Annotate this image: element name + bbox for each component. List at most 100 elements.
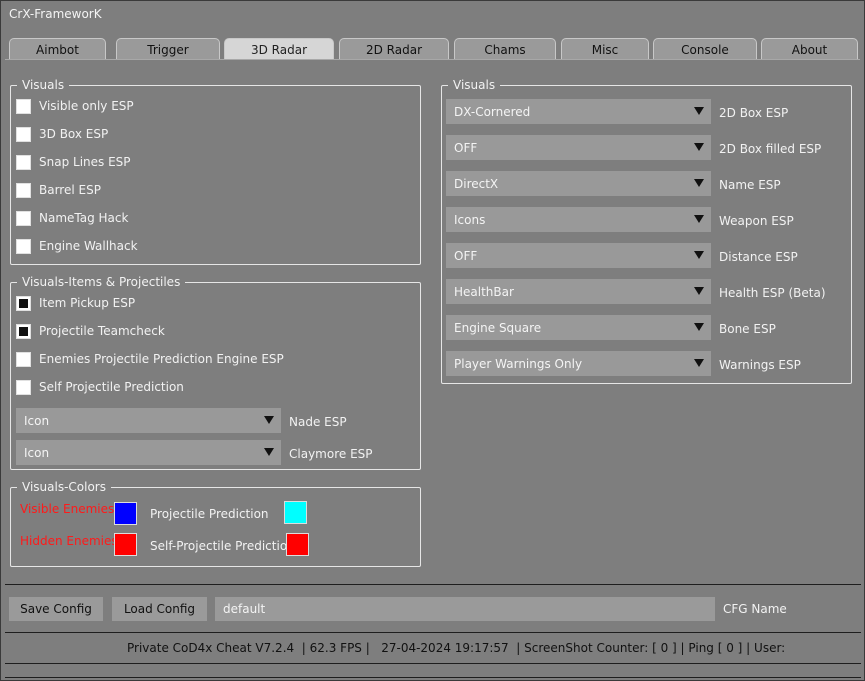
- distance-esp-select[interactable]: OFF: [446, 243, 711, 268]
- nametag-hack-label: NameTag Hack: [39, 211, 129, 225]
- hidden-enemies-color-swatch[interactable]: [114, 533, 137, 556]
- items-projectiles-group-title: Visuals-Items & Projectiles: [17, 274, 186, 290]
- 2d-box-filled-esp-value: OFF: [454, 140, 478, 155]
- self-projectile-prediction-color-swatch[interactable]: [286, 533, 309, 556]
- nade-esp-select[interactable]: Icon: [16, 408, 281, 433]
- visible-only-esp-label: Visible only ESP: [39, 99, 134, 113]
- 2d-box-esp-label: 2D Box ESP: [719, 106, 789, 120]
- weapon-esp-label: Weapon ESP: [719, 214, 794, 228]
- self-projectile-prediction-option[interactable]: Self Projectile Prediction: [16, 379, 184, 395]
- cfg-name-label: CFG Name: [723, 602, 787, 616]
- snap-lines-esp-label: Snap Lines ESP: [39, 155, 131, 169]
- chevron-down-icon: [694, 323, 704, 331]
- 2d-box-esp-value: DX-Cornered: [454, 104, 531, 119]
- chevron-down-icon: [264, 416, 274, 424]
- colors-group: Visuals-Colors Visible Enemies Projectil…: [10, 479, 421, 567]
- warnings-esp-value: Player Warnings Only: [454, 356, 583, 371]
- visuals-right-group-title: Visuals: [448, 77, 501, 93]
- tab-divider: [5, 59, 860, 60]
- chevron-down-icon: [264, 448, 274, 456]
- visible-only-esp-checkbox[interactable]: [16, 98, 31, 114]
- 2d-box-filled-esp-select[interactable]: OFF: [446, 135, 711, 160]
- 2d-box-esp-select[interactable]: DX-Cornered: [446, 99, 711, 124]
- visible-enemies-color-swatch[interactable]: [114, 502, 137, 525]
- window-title: CrX-FrameworK: [9, 7, 102, 21]
- barrel-esp-checkbox[interactable]: [16, 182, 31, 198]
- 3d-box-esp-label: 3D Box ESP: [39, 127, 109, 141]
- bone-esp-value: Engine Square: [454, 320, 542, 335]
- visible-enemies-label: Visible Enemies: [20, 502, 115, 516]
- engine-wallhack-option[interactable]: Engine Wallhack: [16, 238, 138, 254]
- enemies-projectile-prediction-checkbox[interactable]: [16, 351, 31, 367]
- visuals-group-title: Visuals: [17, 77, 70, 93]
- snap-lines-esp-option[interactable]: Snap Lines ESP: [16, 154, 131, 170]
- chevron-down-icon: [694, 251, 704, 259]
- chevron-down-icon: [694, 359, 704, 367]
- barrel-esp-option[interactable]: Barrel ESP: [16, 182, 101, 198]
- hidden-enemies-label: Hidden Enemies: [20, 534, 118, 548]
- health-esp-value: HealthBar: [454, 284, 514, 299]
- item-pickup-esp-checkbox[interactable]: [16, 295, 31, 311]
- chevron-down-icon: [694, 215, 704, 223]
- visuals-right-group: Visuals DX-Cornered 2D Box ESP OFF 2D Bo…: [441, 77, 852, 384]
- projectile-teamcheck-option[interactable]: Projectile Teamcheck: [16, 323, 165, 339]
- nade-esp-value: Icon: [24, 413, 50, 428]
- distance-esp-value: OFF: [454, 248, 478, 263]
- barrel-esp-label: Barrel ESP: [39, 183, 101, 197]
- bone-esp-label: Bone ESP: [719, 322, 776, 336]
- 3d-box-esp-option[interactable]: 3D Box ESP: [16, 126, 108, 142]
- chevron-down-icon: [694, 179, 704, 187]
- distance-esp-label: Distance ESP: [719, 250, 798, 264]
- load-config-button[interactable]: Load Config: [112, 597, 207, 621]
- nametag-hack-option[interactable]: NameTag Hack: [16, 210, 128, 226]
- self-projectile-prediction-color-label: Self-Projectile Prediction: [150, 539, 295, 553]
- colors-group-title: Visuals-Colors: [17, 479, 111, 495]
- name-esp-label: Name ESP: [719, 178, 781, 192]
- health-esp-select[interactable]: HealthBar: [446, 279, 711, 304]
- warnings-esp-select[interactable]: Player Warnings Only: [446, 351, 711, 376]
- item-pickup-esp-option[interactable]: Item Pickup ESP: [16, 295, 135, 311]
- 3d-box-esp-checkbox[interactable]: [16, 126, 31, 142]
- projectile-prediction-color-swatch[interactable]: [284, 501, 307, 524]
- self-projectile-prediction-label: Self Projectile Prediction: [39, 380, 184, 394]
- tab-chams[interactable]: Chams: [454, 38, 556, 60]
- name-esp-select[interactable]: DirectX: [446, 171, 711, 196]
- window-bottom-line: [5, 677, 861, 678]
- tab-aimbot[interactable]: Aimbot: [9, 38, 106, 60]
- claymore-esp-select[interactable]: Icon: [16, 440, 281, 465]
- projectile-prediction-label: Projectile Prediction: [150, 507, 269, 521]
- projectile-teamcheck-checkbox[interactable]: [16, 323, 31, 339]
- health-esp-label: Health ESP (Beta): [719, 286, 826, 300]
- status-bar-text: Private CoD4x Cheat V7.2.4 | 62.3 FPS | …: [127, 641, 786, 655]
- config-divider-top: [5, 584, 861, 585]
- 2d-box-filled-esp-label: 2D Box filled ESP: [719, 142, 822, 156]
- warnings-esp-label: Warnings ESP: [719, 358, 801, 372]
- tab-2d-radar[interactable]: 2D Radar: [339, 38, 449, 60]
- nade-esp-label: Nade ESP: [289, 415, 347, 429]
- status-divider-bottom: [5, 663, 861, 664]
- engine-wallhack-label: Engine Wallhack: [39, 239, 138, 253]
- tab-trigger[interactable]: Trigger: [116, 38, 220, 60]
- bone-esp-select[interactable]: Engine Square: [446, 315, 711, 340]
- cfg-name-input[interactable]: default: [215, 597, 715, 621]
- nametag-hack-checkbox[interactable]: [16, 210, 31, 226]
- chevron-down-icon: [694, 287, 704, 295]
- app-window: { "window": { "title": "CrX-FrameworK" }…: [0, 0, 865, 681]
- chevron-down-icon: [694, 143, 704, 151]
- save-config-button[interactable]: Save Config: [9, 597, 103, 621]
- visuals-group: Visuals Visible only ESP 3D Box ESP Snap…: [10, 77, 421, 265]
- enemies-projectile-prediction-option[interactable]: Enemies Projectile Prediction Engine ESP: [16, 351, 284, 367]
- tab-about[interactable]: About: [761, 38, 858, 60]
- weapon-esp-value: Icons: [454, 212, 486, 227]
- self-projectile-prediction-checkbox[interactable]: [16, 379, 31, 395]
- tab-console[interactable]: Console: [653, 38, 757, 60]
- snap-lines-esp-checkbox[interactable]: [16, 154, 31, 170]
- visible-only-esp-option[interactable]: Visible only ESP: [16, 98, 134, 114]
- name-esp-value: DirectX: [454, 176, 499, 191]
- tab-misc[interactable]: Misc: [561, 38, 649, 60]
- items-projectiles-group: Visuals-Items & Projectiles Item Pickup …: [10, 274, 421, 470]
- engine-wallhack-checkbox[interactable]: [16, 238, 31, 254]
- tab-3d-radar[interactable]: 3D Radar: [224, 38, 334, 60]
- projectile-teamcheck-label: Projectile Teamcheck: [39, 324, 165, 338]
- weapon-esp-select[interactable]: Icons: [446, 207, 711, 232]
